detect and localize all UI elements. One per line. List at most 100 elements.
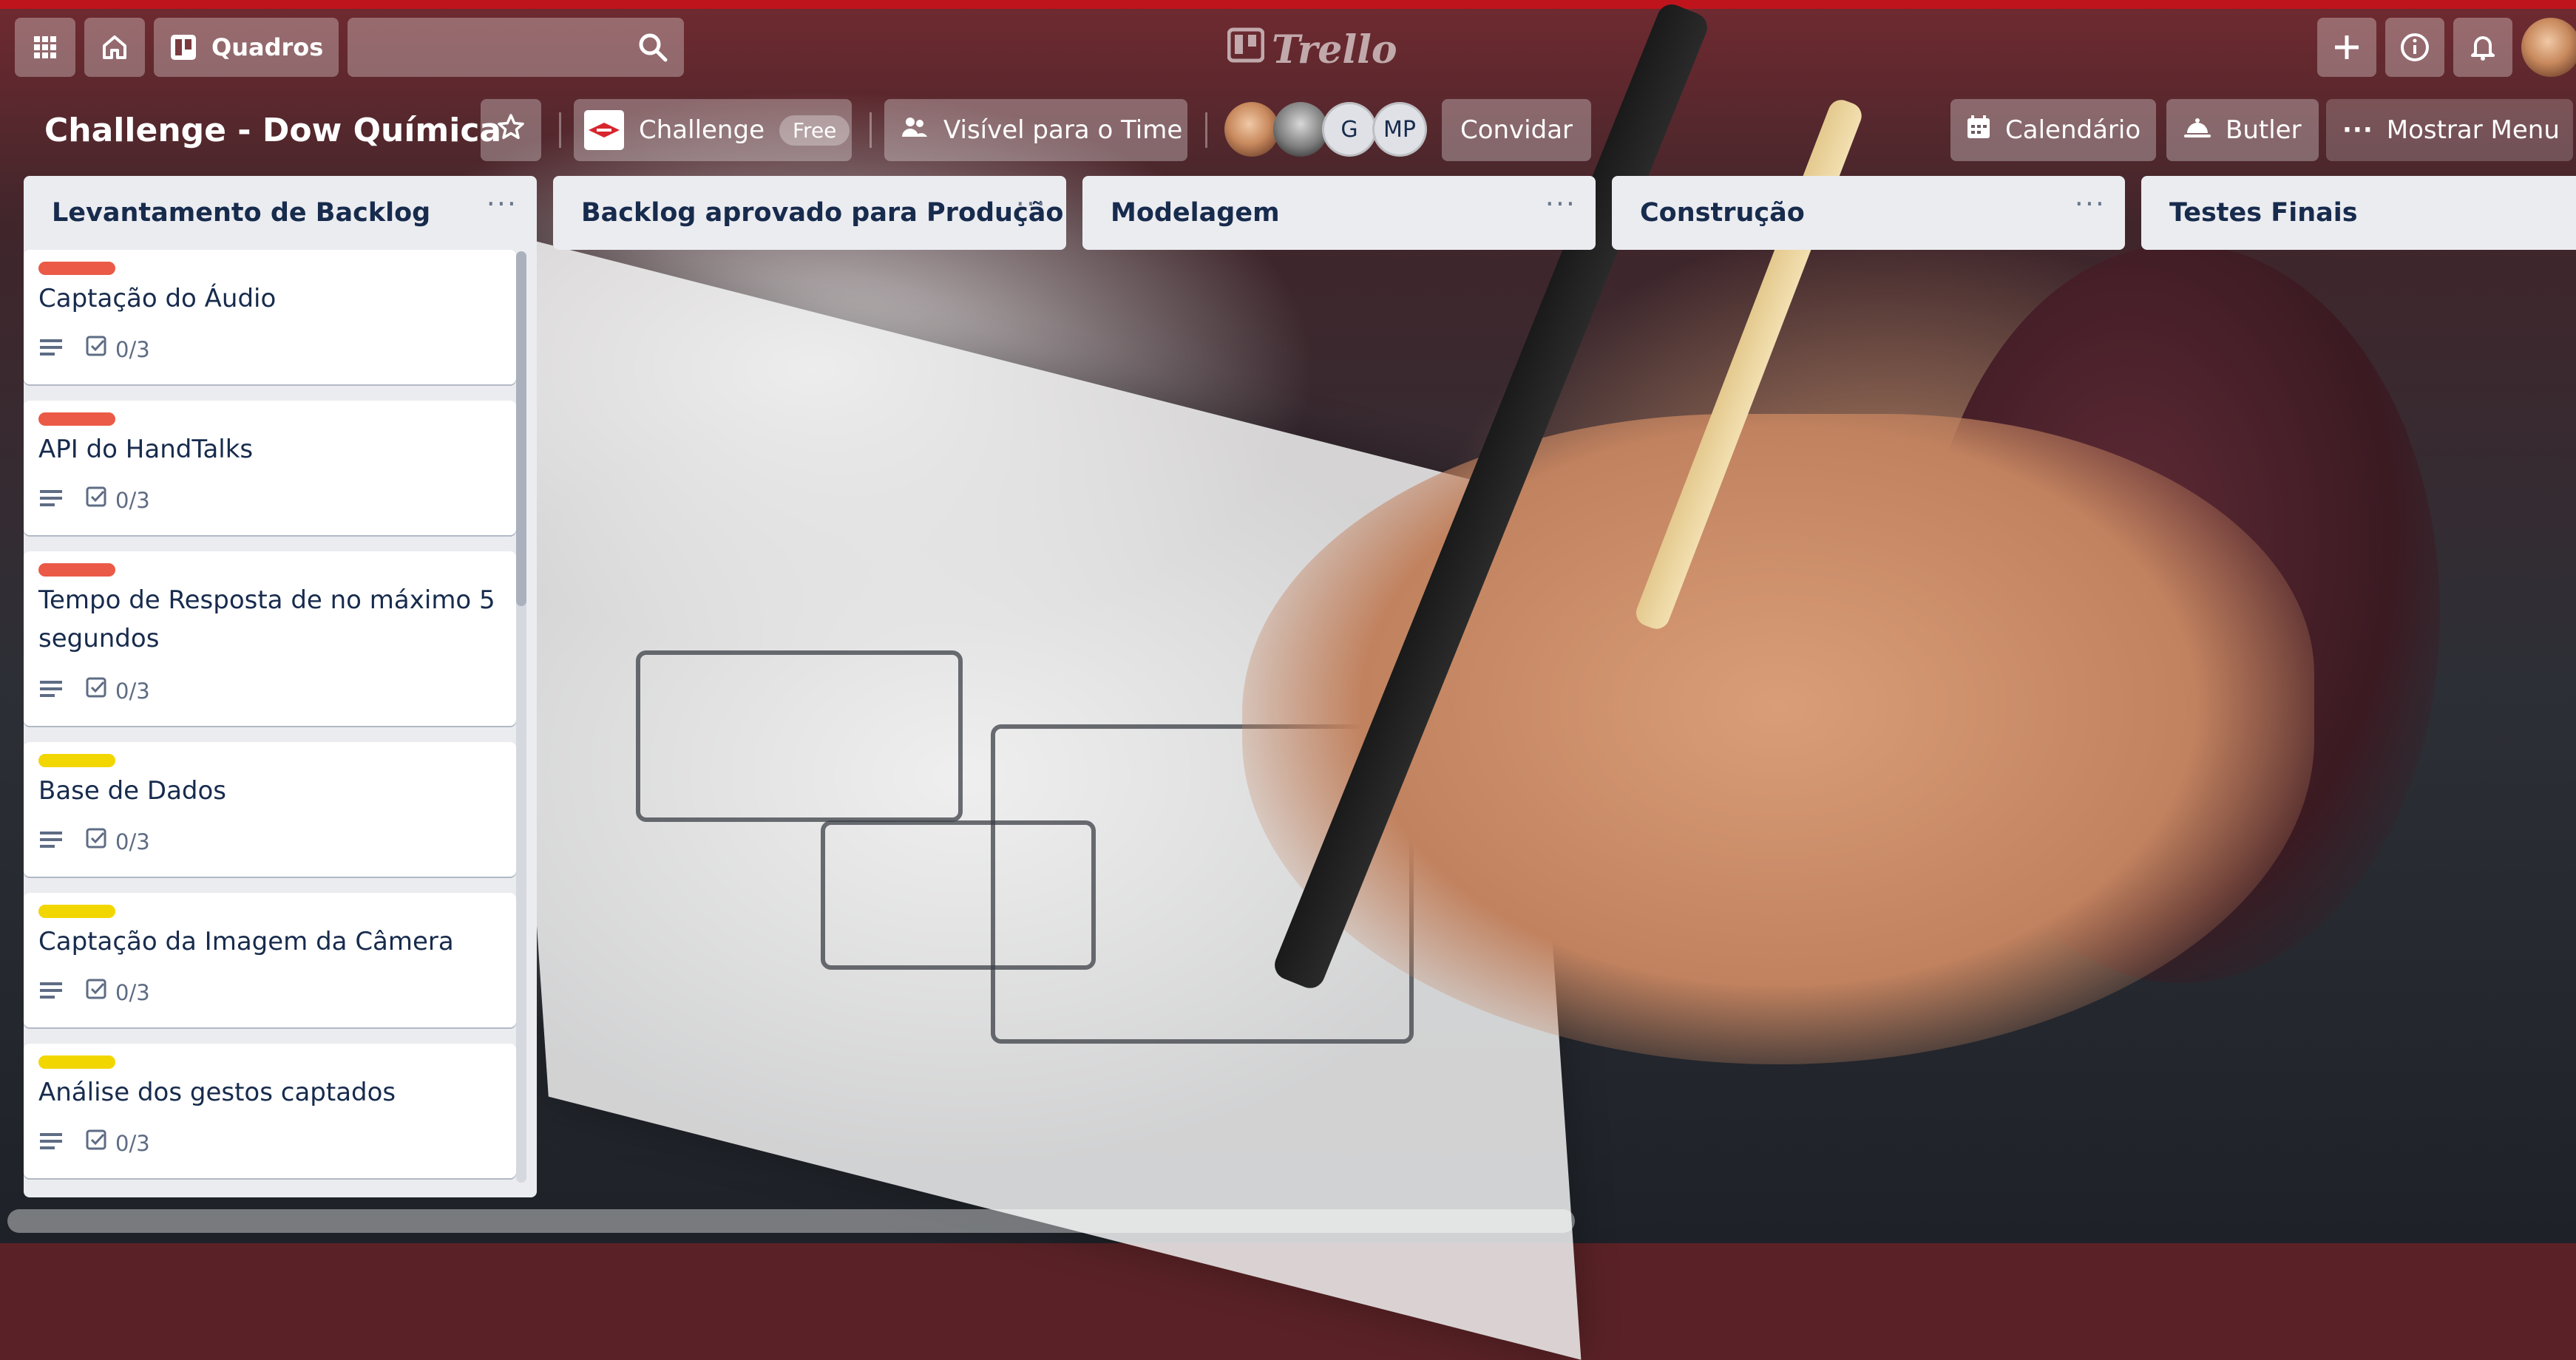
checklist-badge: 0/3 [86, 486, 150, 514]
board-icon [169, 33, 198, 62]
star-board-button[interactable] [481, 99, 541, 161]
card[interactable]: Tempo de Resposta de no máximo 5 segundo… [24, 551, 516, 726]
list-scrollbar-thumb[interactable] [516, 251, 526, 606]
card-badges: 0/3 [40, 486, 150, 514]
create-button[interactable] [2317, 18, 2376, 77]
visibility-button[interactable]: Visível para o Time [884, 99, 1187, 161]
ellipsis-icon: ··· [1545, 188, 1576, 220]
search-input[interactable] [348, 18, 684, 77]
card[interactable]: Captação da Imagem da Câmera 0/3 [24, 893, 516, 1027]
card-label-red[interactable] [38, 262, 115, 275]
plus-icon [2332, 33, 2362, 62]
member-avatar[interactable] [1273, 102, 1328, 157]
card-label-red[interactable] [38, 563, 115, 577]
calendar-button[interactable]: Calendário [1950, 99, 2156, 161]
workspace-plan-badge: Free [779, 115, 850, 146]
search-icon [637, 31, 669, 67]
list-menu-button[interactable]: ··· [487, 188, 518, 220]
checklist-badge: 0/3 [86, 1129, 150, 1157]
checklist-count: 0/3 [115, 678, 150, 704]
top-navigation-bar: Quadros Trello [0, 9, 2576, 83]
ellipsis-icon: ··· [1015, 188, 1047, 220]
trello-logo[interactable]: Trello [1227, 24, 1397, 75]
info-button[interactable] [2385, 18, 2444, 77]
list-title[interactable]: Testes Finais [2169, 189, 2358, 237]
workspace-name: Challenge [639, 115, 765, 145]
checklist-icon [86, 336, 108, 363]
butler-label: Butler [2226, 115, 2302, 145]
checklist-count: 0/3 [115, 487, 150, 513]
trello-logo-icon [1227, 27, 1265, 73]
invite-button[interactable]: Convidar [1442, 99, 1591, 161]
checklist-icon [86, 828, 108, 855]
member-avatar[interactable] [1224, 102, 1279, 157]
checklist-icon [86, 979, 108, 1006]
card[interactable]: Captação do Áudio 0/3 [24, 250, 516, 384]
board-horizontal-scrollbar[interactable] [7, 1209, 1575, 1233]
boards-button[interactable]: Quadros [154, 18, 339, 77]
header-separator [559, 112, 561, 148]
header-separator [1205, 112, 1207, 148]
workspace-logo-icon [584, 110, 624, 150]
card-label-yellow[interactable] [38, 754, 115, 767]
checklist-icon [86, 1129, 108, 1157]
window-top-border [0, 0, 2576, 9]
board-header: Challenge - Dow Química Challenge Free V… [0, 96, 2576, 164]
list-title[interactable]: Construção [1640, 189, 1805, 237]
member-avatar[interactable]: MP [1372, 102, 1427, 157]
user-avatar[interactable] [2521, 18, 2576, 77]
description-icon [40, 829, 62, 854]
checklist-count: 0/3 [115, 336, 150, 362]
trello-logo-text: Trello [1272, 27, 1397, 72]
header-separator [870, 112, 872, 148]
card[interactable]: Base de Dados 0/3 [24, 742, 516, 877]
checklist-icon [86, 677, 108, 704]
checklist-icon [86, 486, 108, 514]
background-sketch [636, 650, 963, 822]
calendar-label: Calendário [2005, 115, 2141, 145]
workspace-button[interactable]: Challenge Free [574, 99, 852, 161]
card-title: Captação da Imagem da Câmera [38, 927, 454, 956]
card-label-yellow[interactable] [38, 1055, 115, 1069]
butler-button[interactable]: Butler [2166, 99, 2319, 161]
boards-label: Quadros [211, 33, 324, 61]
list-menu-button[interactable]: ··· [2075, 188, 2106, 220]
card-title: Tempo de Resposta de no máximo 5 segundo… [38, 585, 495, 653]
description-icon [40, 1131, 62, 1156]
notifications-button[interactable] [2453, 18, 2512, 77]
show-menu-label: Mostrar Menu [2386, 115, 2560, 145]
list-title[interactable]: Modelagem [1111, 189, 1280, 237]
card-badges: 0/3 [40, 1129, 150, 1157]
card-title: Base de Dados [38, 776, 227, 806]
list-construcao: Construção ··· [1612, 176, 2125, 250]
card-label-yellow[interactable] [38, 905, 115, 918]
description-icon [40, 337, 62, 362]
description-icon [40, 980, 62, 1005]
ellipsis-icon: ··· [486, 188, 518, 220]
card-badges: 0/3 [40, 979, 150, 1006]
card-badges: 0/3 [40, 828, 150, 855]
show-menu-button[interactable]: ··· Mostrar Menu [2326, 99, 2573, 161]
card-title: Análise dos gestos captados [38, 1078, 396, 1107]
member-initials: MP [1383, 116, 1416, 143]
checklist-badge: 0/3 [86, 828, 150, 855]
list-menu-button[interactable]: ··· [1545, 188, 1576, 220]
card-badges: 0/3 [40, 336, 150, 363]
board-title[interactable]: Challenge - Dow Química [44, 106, 501, 154]
member-avatar[interactable]: G [1322, 102, 1377, 157]
card-label-red[interactable] [38, 412, 115, 426]
card[interactable]: API do HandTalks 0/3 [24, 401, 516, 535]
home-button[interactable] [84, 18, 145, 77]
description-icon [40, 488, 62, 513]
grid-icon [33, 35, 58, 60]
list-menu-button[interactable]: ··· [1016, 188, 1047, 220]
team-icon [899, 112, 930, 149]
list-title[interactable]: Backlog aprovado para Produção [581, 189, 1063, 237]
calendar-icon [1965, 114, 1992, 147]
info-icon [2399, 31, 2431, 64]
card-title: API do HandTalks [38, 435, 254, 464]
apps-button[interactable] [15, 18, 75, 77]
list-title[interactable]: Levantamento de Backlog [52, 189, 430, 237]
card[interactable]: Análise dos gestos captados 0/3 [24, 1044, 516, 1178]
checklist-count: 0/3 [115, 979, 150, 1005]
